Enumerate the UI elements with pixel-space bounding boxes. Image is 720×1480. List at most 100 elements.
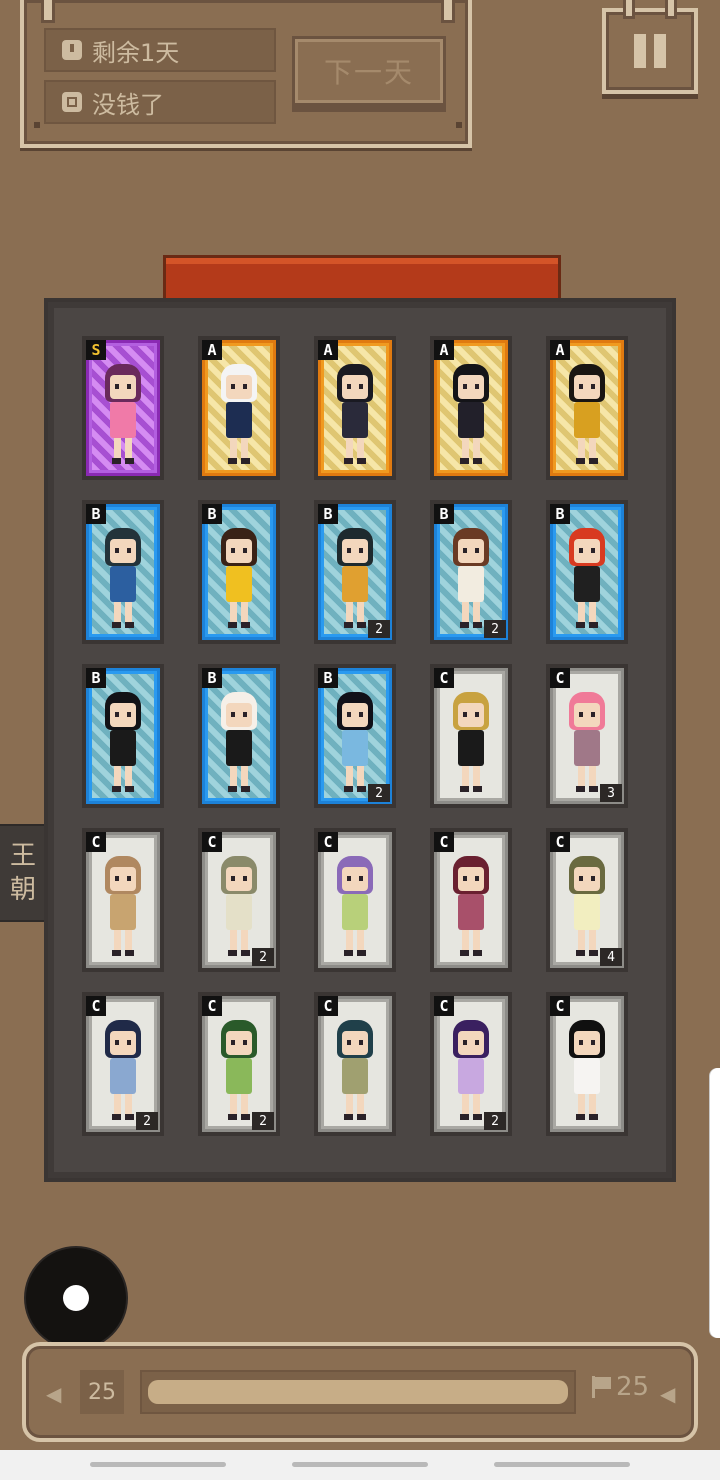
pause-icon-bar (654, 34, 666, 68)
rivet (456, 122, 462, 128)
goal-day-text: 25 (616, 1372, 650, 1402)
card-grade-badge: A (550, 340, 570, 360)
card-art (205, 343, 273, 473)
character-card[interactable]: B2 (430, 500, 512, 644)
character-card[interactable]: C4 (546, 828, 628, 972)
character-sprite (449, 364, 493, 468)
side-drawer-tab[interactable]: 王 朝 (0, 826, 46, 920)
side-tab-char: 朝 (9, 875, 36, 905)
current-day-box: 25 (80, 1370, 124, 1414)
character-card[interactable]: A (314, 336, 396, 480)
character-card[interactable]: C2 (82, 992, 164, 1136)
edge-scroll-handle[interactable] (710, 1068, 720, 1338)
card-art (437, 343, 505, 473)
rivet (34, 122, 40, 128)
card-art (553, 507, 621, 637)
card-count-badge: 2 (484, 620, 506, 638)
card-art (321, 507, 389, 637)
character-card[interactable]: A (430, 336, 512, 480)
character-card[interactable]: C2 (430, 992, 512, 1136)
card-grade-badge: B (318, 668, 338, 688)
character-card[interactable]: C (314, 828, 396, 972)
card-grade-badge: B (550, 504, 570, 524)
character-sprite (101, 856, 145, 960)
pause-icon (634, 34, 646, 68)
card-grade-badge: C (550, 996, 570, 1016)
character-card[interactable]: B (198, 664, 280, 808)
card-art (321, 343, 389, 473)
goal-day: 25 (592, 1372, 649, 1402)
progress-fill (148, 1380, 568, 1404)
character-sprite (449, 528, 493, 632)
card-grade-badge: B (202, 504, 222, 524)
card-art (321, 999, 389, 1129)
character-sprite (449, 1020, 493, 1124)
nav-pill[interactable] (494, 1462, 630, 1467)
character-card[interactable]: B2 (314, 500, 396, 644)
card-grade-badge: C (318, 996, 338, 1016)
card-art (205, 507, 273, 637)
character-card[interactable]: B (198, 500, 280, 644)
nav-pill[interactable] (292, 1462, 428, 1467)
card-grade-badge: C (202, 832, 222, 852)
card-grade-badge: S (86, 340, 106, 360)
card-art (89, 999, 157, 1129)
flag-icon (592, 1376, 612, 1398)
character-card[interactable]: C2 (198, 828, 280, 972)
next-day-button[interactable]: 下一天 (292, 36, 446, 106)
card-grade-badge: B (434, 504, 454, 524)
side-tab-char: 王 (9, 841, 36, 871)
character-card[interactable]: C (314, 992, 396, 1136)
character-sprite (217, 528, 261, 632)
character-card[interactable]: C (430, 828, 512, 972)
joystick-knob[interactable] (63, 1285, 89, 1311)
character-card[interactable]: B (82, 500, 164, 644)
card-art (553, 999, 621, 1129)
card-count-badge: 4 (600, 948, 622, 966)
card-grade-badge: A (434, 340, 454, 360)
nav-pill[interactable] (90, 1462, 226, 1467)
card-grade-badge: C (86, 832, 106, 852)
card-grade-badge: C (550, 668, 570, 688)
card-grade-badge: B (202, 668, 222, 688)
character-sprite (565, 364, 609, 468)
card-grade-badge: A (318, 340, 338, 360)
character-card[interactable]: C3 (546, 664, 628, 808)
card-art (437, 671, 505, 801)
status-panel: 剩余1天 没钱了 下一天 (20, 0, 472, 148)
character-card[interactable]: A (198, 336, 280, 480)
character-card[interactable]: S (82, 336, 164, 480)
card-art (321, 671, 389, 801)
pause-button[interactable] (602, 0, 698, 94)
character-sprite (217, 692, 261, 796)
character-card[interactable]: A (546, 336, 628, 480)
card-art (205, 835, 273, 965)
card-art (321, 835, 389, 965)
card-grade-badge: B (86, 668, 106, 688)
joystick[interactable] (26, 1248, 126, 1348)
card-count-badge: 2 (484, 1112, 506, 1130)
card-art (553, 835, 621, 965)
card-count-badge: 2 (252, 1112, 274, 1130)
game-screen: 剩余1天 没钱了 下一天 王 朝 SAAAABBB2B2BBBB2CC3CC2C… (0, 0, 720, 1480)
character-card[interactable]: B (546, 500, 628, 644)
character-card[interactable]: C (546, 992, 628, 1136)
character-sprite (565, 692, 609, 796)
character-sprite (565, 856, 609, 960)
card-art (437, 835, 505, 965)
character-card[interactable]: C (430, 664, 512, 808)
character-card[interactable]: B (82, 664, 164, 808)
card-grade-badge: B (318, 504, 338, 524)
money-text: 没钱了 (92, 90, 164, 119)
card-count-badge: 2 (368, 620, 390, 638)
character-card[interactable]: B2 (314, 664, 396, 808)
character-card[interactable]: C (82, 828, 164, 972)
character-sprite (101, 1020, 145, 1124)
character-sprite (217, 364, 261, 468)
character-sprite (333, 692, 377, 796)
card-art (437, 999, 505, 1129)
character-card[interactable]: C2 (198, 992, 280, 1136)
day-progress-bar: ◀ 25 25 ◀ (22, 1342, 698, 1442)
character-sprite (449, 856, 493, 960)
card-grade-badge: C (318, 832, 338, 852)
